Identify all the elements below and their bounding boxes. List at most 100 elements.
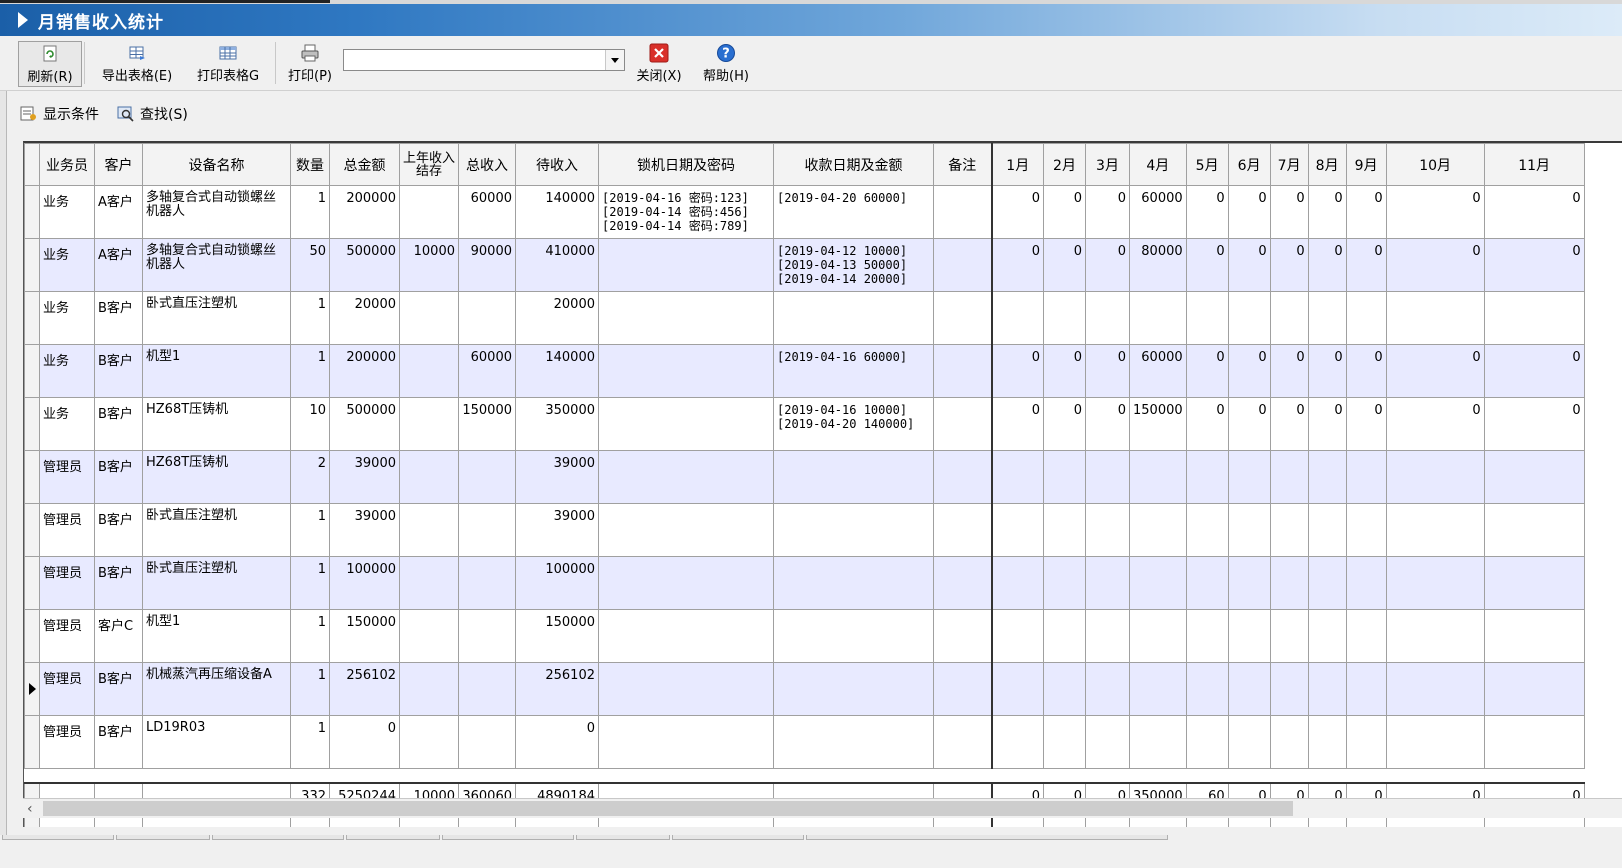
print-table-button[interactable]: 打印表格G [190,41,266,85]
grid-cell[interactable] [1269,291,1309,345]
grid-cell[interactable]: 机械蒸汽再压缩设备A [142,662,291,716]
grid-cell[interactable] [1085,503,1130,557]
grid-cell[interactable] [773,609,934,663]
column-header[interactable]: 8月 [1307,143,1347,186]
grid-cell[interactable]: 60000 [458,185,516,239]
grid-cell[interactable] [1227,662,1271,716]
grid-cell[interactable] [1385,291,1485,345]
grid-cell[interactable]: 0 [1269,185,1309,239]
grid-cell[interactable]: 管理员 [39,662,95,716]
grid-cell[interactable] [399,185,459,239]
column-header[interactable]: 4月 [1129,143,1187,186]
grid-cell[interactable] [1185,715,1229,769]
grid-cell[interactable]: 业务 [39,344,95,398]
grid-cell[interactable]: 0 [1483,397,1585,451]
grid-cell[interactable]: B客户 [94,503,143,557]
grid-cell[interactable]: B客户 [94,450,143,504]
grid-cell[interactable] [598,291,774,345]
grid-cell[interactable]: A客户 [94,238,143,292]
grid-cell[interactable] [1043,715,1086,769]
column-header[interactable]: 11月 [1483,143,1585,186]
grid-cell[interactable]: 1 [290,715,330,769]
grid-cell[interactable]: 350000 [515,397,599,451]
grid-cell[interactable]: A客户 [94,185,143,239]
grid-cell[interactable] [399,291,459,345]
grid-cell[interactable]: 60000 [1129,344,1187,398]
table-row[interactable]: 业务 B客户 卧式直压注塑机 1 20000 20000 [24,291,1585,345]
table-row[interactable]: 管理员 客户C 机型1 1 150000 150000 [24,609,1585,663]
table-row[interactable]: 管理员 B客户 卧式直压注塑机 1 100000 100000 [24,556,1585,610]
refresh-button[interactable]: 刷新(R) [18,41,82,87]
grid-cell[interactable] [1227,556,1271,610]
grid-cell[interactable]: 0 [1085,185,1130,239]
grid-cell[interactable]: [2019-04-12 10000] [2019-04-13 50000] [2… [773,238,934,292]
grid-cell[interactable]: 0 [1307,238,1347,292]
grid-cell[interactable] [399,715,459,769]
grid-cell[interactable]: 1 [290,662,330,716]
column-header[interactable]: 备注 [933,143,992,186]
grid-cell[interactable] [1185,450,1229,504]
grid-cell[interactable] [1307,609,1347,663]
grid-cell[interactable]: 0 [1185,397,1229,451]
grid-cell[interactable]: 0 [990,238,1044,292]
grid-cell[interactable]: [2019-04-16 10000] [2019-04-20 140000] [773,397,934,451]
table-row[interactable]: 业务 A客户 多轴复合式自动锁螺丝机器人 50 500000 10000 90000 4100… [24,238,1585,292]
grid-cell[interactable]: 0 [1185,185,1229,239]
table-row[interactable]: 业务 B客户 HZ68T压铸机 10 500000 150000 350000 [2019-0… [24,397,1585,451]
grid-cell[interactable] [1269,450,1309,504]
grid-cell[interactable] [1307,556,1347,610]
grid-cell[interactable] [1483,291,1585,345]
grid-cell[interactable] [990,450,1044,504]
grid-cell[interactable]: 0 [1227,185,1271,239]
grid-cell[interactable] [990,662,1044,716]
grid-cell[interactable] [1483,609,1585,663]
grid-cell[interactable] [458,662,516,716]
column-header[interactable]: 9月 [1345,143,1387,186]
grid-cell[interactable] [598,238,774,292]
grid-cell[interactable] [598,609,774,663]
grid-cell[interactable]: 0 [1483,344,1585,398]
grid-cell[interactable]: 1 [290,185,330,239]
grid-cell[interactable]: 0 [1085,397,1130,451]
grid-cell[interactable]: 100000 [329,556,400,610]
grid-cell[interactable] [1129,503,1187,557]
grid-cell[interactable]: 机型1 [142,344,291,398]
grid-cell[interactable]: 0 [1269,397,1309,451]
grid-cell[interactable] [1085,662,1130,716]
grid-cell[interactable]: 0 [1307,185,1347,239]
grid-cell[interactable] [399,662,459,716]
column-header[interactable]: 1月 [990,143,1044,186]
grid-cell[interactable]: 1 [290,556,330,610]
grid-cell[interactable]: 0 [1345,344,1387,398]
grid-cell[interactable] [1043,609,1086,663]
row-indicator[interactable] [24,609,40,663]
grid-cell[interactable] [1085,715,1130,769]
close-button[interactable]: 关闭(X) [632,41,686,85]
grid-cell[interactable] [990,503,1044,557]
grid-cell[interactable] [1345,609,1387,663]
grid-cell[interactable] [399,344,459,398]
grid-cell[interactable] [1385,715,1485,769]
grid-cell[interactable] [990,609,1044,663]
grid-cell[interactable]: 2 [290,450,330,504]
horizontal-scrollbar[interactable]: ‹ [23,798,1622,818]
grid-cell[interactable]: 150000 [329,609,400,663]
grid-cell[interactable]: 业务 [39,291,95,345]
grid-cell[interactable]: B客户 [94,556,143,610]
grid-cell[interactable] [1269,503,1309,557]
print-button[interactable]: 打印(P) [283,41,337,85]
grid-cell[interactable] [933,556,992,610]
chevron-down-icon[interactable] [605,50,624,70]
grid-cell[interactable] [598,715,774,769]
grid-cell[interactable] [933,503,992,557]
grid-cell[interactable]: 80000 [1129,238,1187,292]
data-grid[interactable]: 业务员 客户 设备名称 数量 总金额 上年收入结存 总收入 待收入 锁机日期及密… [23,141,1622,827]
grid-cell[interactable] [1227,503,1271,557]
column-header[interactable]: 2月 [1043,143,1086,186]
column-header[interactable]: 7月 [1269,143,1309,186]
grid-cell[interactable] [773,503,934,557]
grid-cell[interactable] [933,397,992,451]
grid-cell[interactable]: 150000 [1129,397,1187,451]
grid-cell[interactable]: 0 [1085,344,1130,398]
grid-cell[interactable] [1043,662,1086,716]
